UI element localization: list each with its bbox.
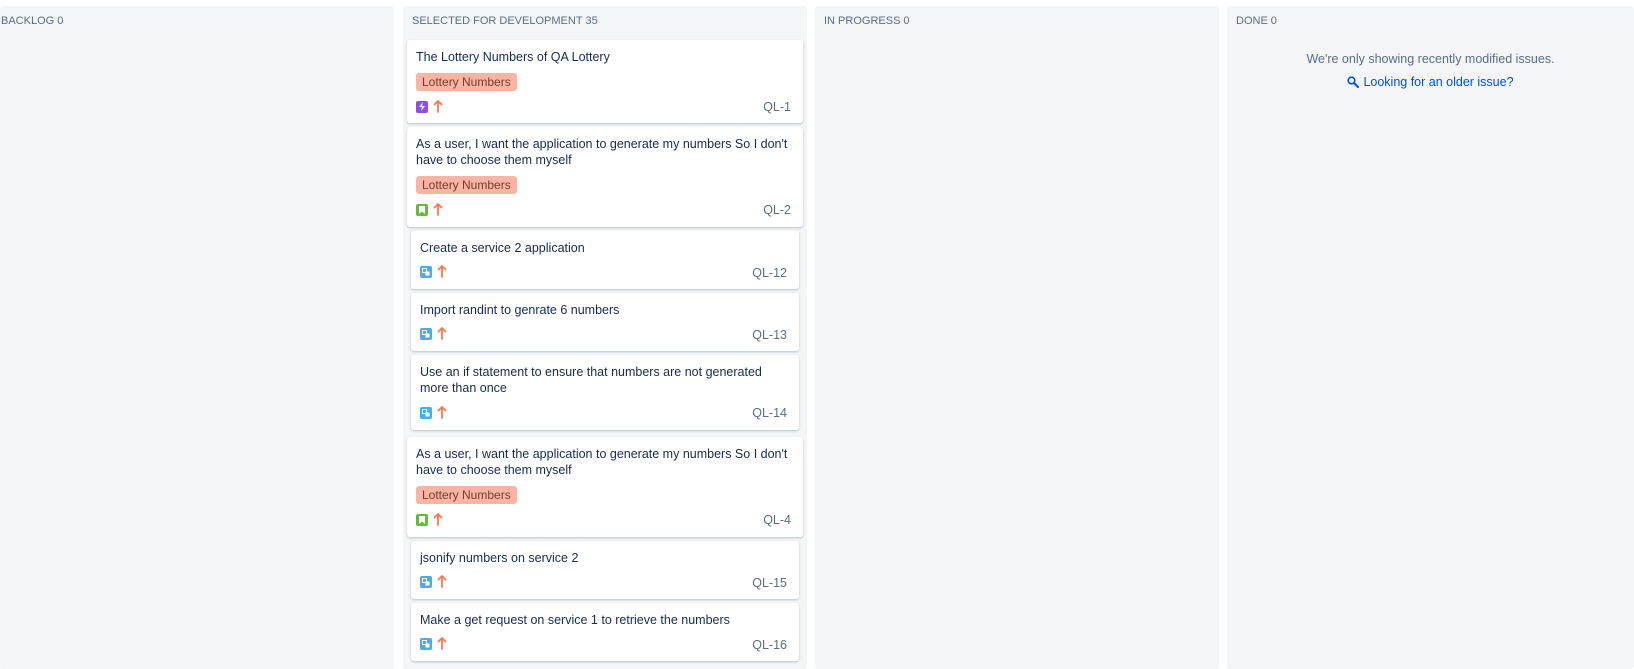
- epic-label[interactable]: Lottery Numbers: [416, 486, 517, 504]
- subtask-icon: [420, 406, 432, 419]
- high-priority-arrow-icon: [437, 265, 447, 278]
- search-icon: [1347, 75, 1363, 89]
- column-header-done: DONE 0: [1227, 6, 1634, 36]
- high-priority-arrow-icon: [437, 327, 447, 340]
- issue-summary: Import randint to genrate 6 numbers: [420, 303, 620, 317]
- kanban-board: BACKLOG 0 SELECTED FOR DEVELOPMENT 35 The …: [0, 0, 1634, 669]
- recent-issues-message: We're only showing recently modified iss…: [1306, 52, 1555, 66]
- issue-card[interactable]: The Lottery Numbers of QA Lottery Lotter…: [407, 40, 803, 123]
- epic-label[interactable]: Lottery Numbers: [416, 176, 517, 194]
- column-count: 0: [57, 15, 64, 27]
- subtask-card[interactable]: Make a get request on service 1 to retri…: [411, 603, 799, 661]
- issue-summary: jsonify numbers on service 2: [420, 551, 579, 565]
- high-priority-arrow-icon: [437, 637, 447, 650]
- high-priority-arrow-icon: [433, 100, 443, 113]
- column-count: 0: [1270, 15, 1277, 27]
- column-header-selected: SELECTED FOR DEVELOPMENT 35: [403, 6, 807, 36]
- issue-summary: The Lottery Numbers of QA Lottery: [416, 50, 610, 64]
- issue-summary: Use an if statement to ensure that numbe…: [420, 365, 762, 395]
- issue-key[interactable]: QL-13: [752, 328, 787, 342]
- issue-card[interactable]: As a user, I want the application to gen…: [407, 127, 803, 227]
- issue-key[interactable]: QL-1: [763, 100, 791, 114]
- story-icon: [416, 513, 428, 526]
- epic-label[interactable]: Lottery Numbers: [416, 73, 517, 91]
- column-header-in-progress: IN PROGRESS 0: [815, 6, 1219, 36]
- issue-card[interactable]: As a user, I want the application to gen…: [407, 437, 803, 537]
- issue-summary: As a user, I want the application to gen…: [416, 137, 788, 167]
- column-title: DONE: [1236, 15, 1268, 27]
- high-priority-arrow-icon: [433, 513, 443, 526]
- column-in-progress: IN PROGRESS 0: [815, 6, 1219, 669]
- column-backlog: BACKLOG 0: [0, 6, 394, 669]
- subtask-card[interactable]: jsonify numbers on service 2 QL-15: [411, 541, 799, 599]
- issue-key[interactable]: QL-15: [752, 576, 787, 590]
- column-title: IN PROGRESS: [824, 15, 901, 27]
- subtask-icon: [420, 265, 432, 278]
- subtask-card[interactable]: Use an if statement to ensure that numbe…: [411, 355, 799, 430]
- older-issue-link-label[interactable]: Looking for an older issue?: [1363, 75, 1513, 89]
- column-done: DONE 0 We're only showing recently modifi…: [1227, 6, 1634, 669]
- high-priority-arrow-icon: [437, 406, 447, 419]
- subtask-icon: [420, 575, 432, 588]
- issue-summary: Create a service 2 application: [420, 241, 585, 255]
- issue-key[interactable]: QL-16: [752, 638, 787, 652]
- older-issue-link[interactable]: Looking for an older issue?: [1227, 75, 1634, 89]
- column-title: BACKLOG: [1, 15, 55, 27]
- subtask-icon: [420, 327, 432, 340]
- subtask-card[interactable]: Create a service 2 application QL-12: [411, 231, 799, 289]
- column-title: SELECTED FOR DEVELOPMENT: [412, 15, 583, 27]
- issue-summary: As a user, I want the application to gen…: [416, 447, 788, 477]
- story-icon: [416, 203, 428, 216]
- column-selected-for-development: SELECTED FOR DEVELOPMENT 35 The Lottery N…: [403, 6, 807, 669]
- column-count: 35: [585, 15, 598, 27]
- subtask-icon: [420, 637, 432, 650]
- high-priority-arrow-icon: [437, 575, 447, 588]
- column-count: 0: [903, 15, 910, 27]
- issue-key[interactable]: QL-14: [752, 406, 787, 420]
- issue-summary: Make a get request on service 1 to retri…: [420, 613, 730, 627]
- column-header-backlog: BACKLOG 0: [0, 6, 394, 36]
- high-priority-arrow-icon: [433, 203, 443, 216]
- subtask-card[interactable]: Import randint to genrate 6 numbers QL-1…: [411, 293, 799, 351]
- issue-key[interactable]: QL-4: [763, 513, 791, 527]
- epic-icon: [416, 100, 428, 113]
- issue-key[interactable]: QL-2: [763, 203, 791, 217]
- issue-key[interactable]: QL-12: [752, 266, 787, 280]
